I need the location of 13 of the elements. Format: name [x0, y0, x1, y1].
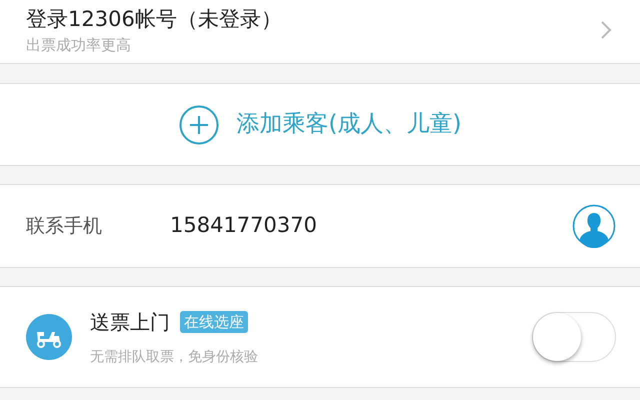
contact-person-icon[interactable] — [572, 204, 616, 248]
contact-phone-field[interactable]: 15841770370 — [170, 210, 572, 242]
seat-selection-tag: 在线选座 — [180, 310, 248, 332]
chevron-right-icon — [600, 20, 612, 40]
delivery-toggle[interactable] — [532, 312, 616, 362]
login-row[interactable]: 登录12306帐号（未登录） 出票成功率更高 — [0, 0, 640, 64]
plus-circle-icon — [178, 104, 219, 144]
login-title: 登录12306帐号（未登录） — [26, 6, 283, 32]
delivery-subtitle: 无需排队取票，免身份核验 — [90, 348, 259, 366]
login-subtitle: 出票成功率更高 — [26, 36, 132, 54]
delivery-title: 送票上门 — [90, 308, 170, 336]
scooter-icon — [26, 314, 72, 360]
contact-label: 联系手机 — [26, 214, 103, 239]
